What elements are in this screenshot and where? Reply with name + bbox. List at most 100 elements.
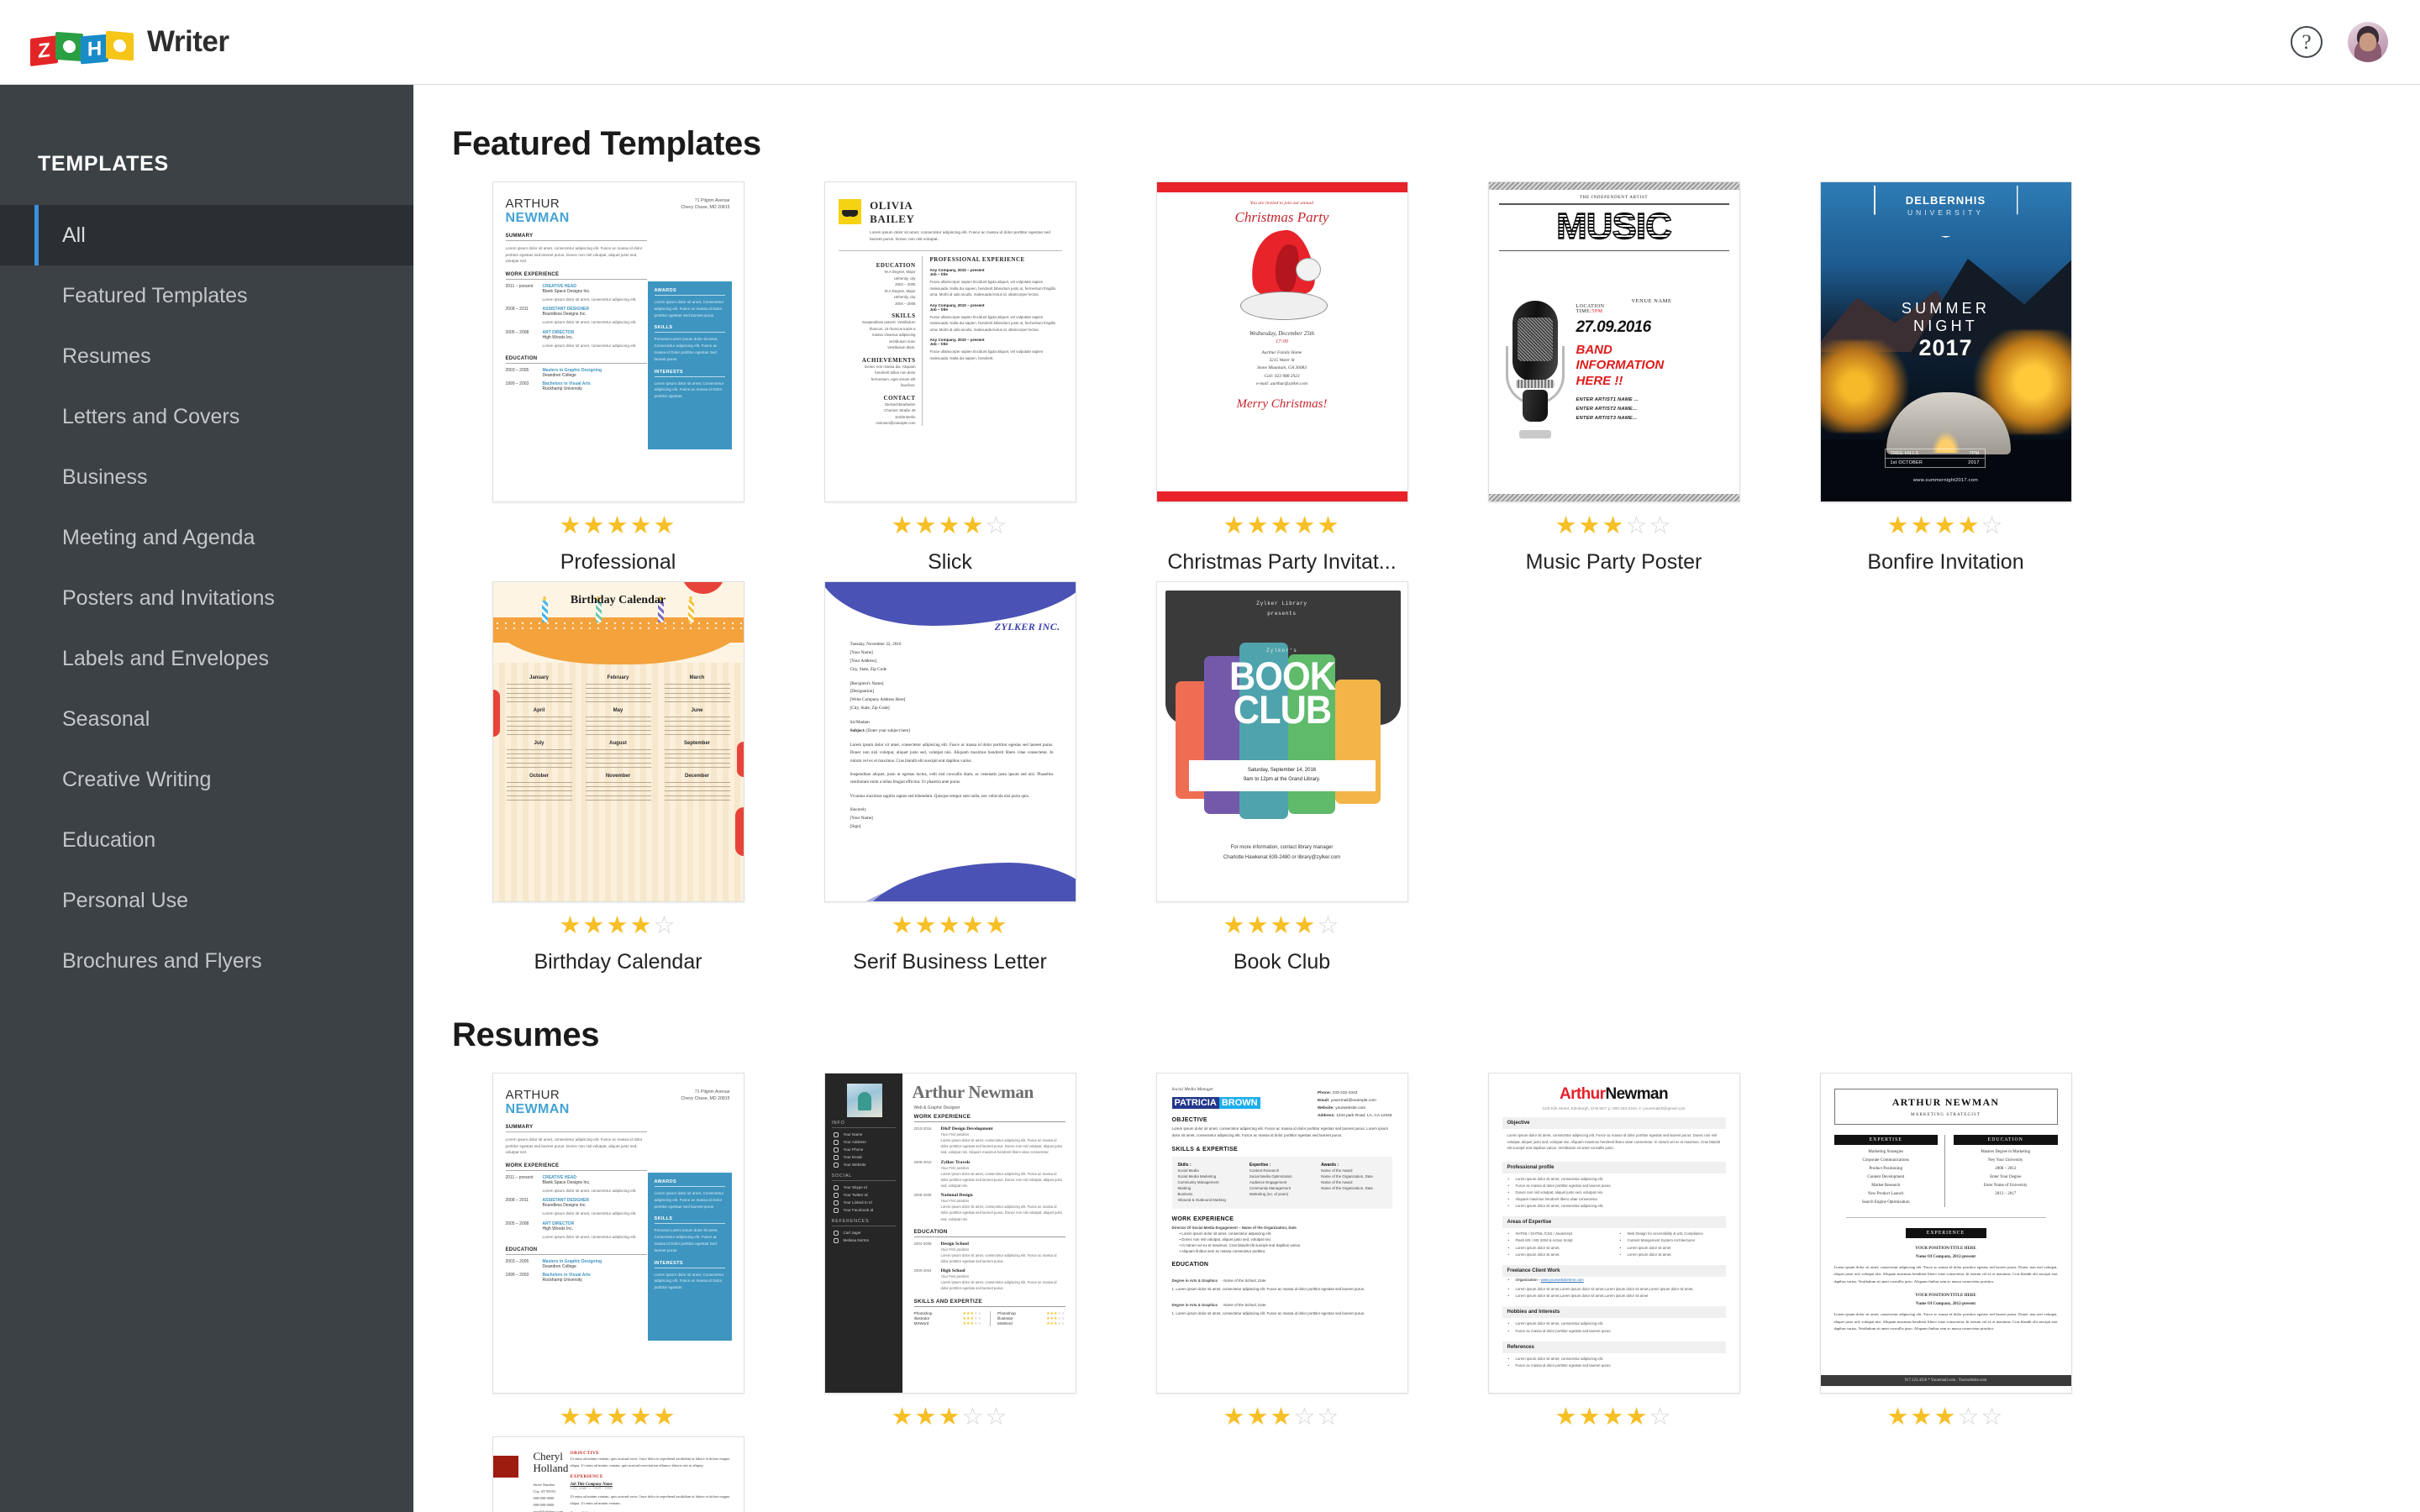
template-card[interactable]: INFO Your Name Your Address Your Phone Your … — [784, 1073, 1116, 1430]
star-icon: ★ — [1246, 1404, 1270, 1431]
sidebar-item-label: Creative Writing — [62, 767, 212, 791]
template-name: Christmas Party Invitat... — [1167, 550, 1397, 574]
sidebar-item-personal-use[interactable]: Personal Use — [0, 870, 413, 931]
sidebar-item-featured-templates[interactable]: Featured Templates — [0, 265, 413, 326]
star-icon: ★ — [582, 1404, 607, 1431]
featured-templates-grid: ARTHUR NEWMAN 71 Pilgrim Avenue Chevy Chase… — [452, 181, 2385, 981]
template-thumbnail[interactable]: ARTHUR NEWMAN 71 Pilgrim Avenue Chevy Chase… — [492, 1073, 744, 1394]
star-icon: ★ — [1910, 1404, 1934, 1431]
sidebar-item-business[interactable]: Business — [0, 447, 413, 507]
star-icon: ★ — [1602, 1404, 1626, 1431]
template-card[interactable]: OLIVIA BAILEY Lorem ipsum dolor sit amet, … — [784, 181, 1116, 575]
template-card[interactable]: Cheryl Holland Street Number City, ST 99553… — [452, 1436, 784, 1512]
sidebar-item-label: Seasonal — [62, 706, 150, 731]
star-icon: ☆ — [1317, 1404, 1341, 1431]
sidebar-item-label: All — [62, 223, 86, 247]
sidebar-item-resumes[interactable]: Resumes — [0, 326, 413, 386]
sidebar-item-seasonal[interactable]: Seasonal — [0, 689, 413, 749]
help-circle-icon[interactable]: ? — [2291, 26, 2323, 58]
star-icon: ★ — [582, 912, 607, 939]
template-name: Professional — [560, 550, 676, 574]
star-icon: ★ — [629, 1404, 654, 1431]
rating-stars: ★★★☆☆ — [1780, 1405, 2112, 1430]
template-card[interactable]: ZYLKER INC. Tuesday, November 22, 2016 [Yo… — [784, 581, 1116, 974]
template-thumbnail[interactable]: ZYLKER INC. Tuesday, November 22, 2016 [Yo… — [823, 581, 1076, 902]
template-thumbnail[interactable]: OLIVIA BAILEY Lorem ipsum dolor sit amet, … — [823, 181, 1076, 502]
rating-stars: ★★★★★ — [1116, 514, 1448, 538]
sidebar-item-creative-writing[interactable]: Creative Writing — [0, 749, 413, 810]
star-icon: ★ — [606, 512, 630, 539]
sidebar-item-brochures-and-flyers[interactable]: Brochures and Flyers — [0, 931, 413, 991]
star-icon: ★ — [1602, 512, 1626, 539]
star-icon: ★ — [914, 512, 939, 539]
star-icon: ★ — [629, 912, 654, 939]
user-avatar[interactable] — [2348, 22, 2388, 62]
sidebar-item-posters-and-invitations[interactable]: Posters and Invitations — [0, 568, 413, 628]
template-card[interactable]: THE INDEPENDENT ARTIST MUSIC VENUE NAME LOC… — [1448, 181, 1780, 575]
template-name: Serif Business Letter — [853, 950, 1047, 974]
rating-stars: ★★★★★ — [452, 1405, 784, 1430]
sidebar-item-labels-and-envelopes[interactable]: Labels and Envelopes — [0, 628, 413, 689]
santa-hat-icon — [1228, 227, 1336, 323]
star-icon: ★ — [1555, 512, 1579, 539]
sidebar-item-education[interactable]: Education — [0, 810, 413, 870]
star-icon: ★ — [891, 512, 915, 539]
section-title-resumes: Resumes — [452, 1016, 600, 1053]
main-content: Featured Templates ARTHUR NEWMAN 71 Pilgri… — [413, 85, 2420, 1512]
star-icon: ★ — [1933, 512, 1958, 539]
template-thumbnail[interactable]: Social Media Manager PATRICIA BROWN Phone: … — [1155, 1073, 1408, 1394]
template-card[interactable]: Birthday Calendar January April July October… — [452, 581, 784, 974]
template-card[interactable]: You are invited to join our annual Christ… — [1116, 181, 1448, 575]
template-thumbnail[interactable]: ARTHUR NEWMAN MARKETING STRATEGIST EXPERTI… — [1819, 1073, 2072, 1394]
rating-stars: ★★★★☆ — [1116, 914, 1448, 938]
sidebar-item-label: Posters and Invitations — [62, 585, 275, 610]
star-icon: ★ — [606, 1404, 630, 1431]
sidebar-item-all[interactable]: All — [0, 205, 413, 265]
microphone-icon — [1504, 296, 1566, 438]
template-thumbnail[interactable]: ARTHUR NEWMAN 71 Pilgrim Avenue Chevy Chase… — [492, 181, 744, 502]
star-icon: ★ — [1246, 912, 1270, 939]
sidebar-item-label: Resumes — [62, 344, 151, 368]
star-icon: ★ — [1578, 1404, 1602, 1431]
sidebar-item-list: All Featured Templates Resumes Letters and … — [0, 205, 413, 991]
star-icon: ★ — [1957, 512, 1981, 539]
star-icon: ★ — [1910, 512, 1934, 539]
template-card[interactable]: Zylker Library presents Zylker's BOOK CLUB Sa… — [1116, 581, 1448, 974]
template-thumbnail[interactable]: Cheryl Holland Street Number City, ST 99553… — [492, 1436, 744, 1512]
star-icon: ☆ — [1625, 512, 1649, 539]
star-icon: ★ — [1625, 1404, 1649, 1431]
template-card[interactable]: Social Media Manager PATRICIA BROWN Phone: … — [1116, 1073, 1448, 1430]
star-icon: ★ — [985, 912, 1009, 939]
star-icon: ★ — [938, 912, 962, 939]
rating-stars: ★★★★☆ — [1448, 1405, 1780, 1430]
template-thumbnail[interactable]: Zylker Library presents Zylker's BOOK CLUB Sa… — [1155, 581, 1408, 902]
template-card[interactable]: ArthurNewman 12/5 Kirk Street, Edinburgh,… — [1448, 1073, 1780, 1430]
template-name: Book Club — [1233, 950, 1331, 974]
star-icon: ★ — [629, 512, 654, 539]
star-icon: ★ — [606, 912, 630, 939]
template-thumbnail[interactable]: DELBERNHIS UNIVERSITY SUMMER NIGHT 2017 TREE … — [1819, 181, 2072, 502]
template-card[interactable]: ARTHUR NEWMAN MARKETING STRATEGIST EXPERTI… — [1780, 1073, 2112, 1430]
template-card[interactable]: ARTHUR NEWMAN 71 Pilgrim Avenue Chevy Chase… — [452, 181, 784, 575]
logo-block-z: Z — [30, 34, 58, 67]
template-name: Slick — [928, 550, 972, 574]
sidebar-nav: TEMPLATES All Featured Templates Resumes Le… — [0, 85, 413, 1512]
template-thumbnail[interactable]: THE INDEPENDENT ARTIST MUSIC VENUE NAME LOC… — [1487, 181, 1740, 502]
template-card[interactable]: ARTHUR NEWMAN 71 Pilgrim Avenue Chevy Chase… — [452, 1073, 784, 1430]
star-icon: ☆ — [1981, 512, 2005, 539]
sidebar-item-letters-and-covers[interactable]: Letters and Covers — [0, 386, 413, 447]
sidebar-item-meeting-and-agenda[interactable]: Meeting and Agenda — [0, 507, 413, 568]
logo-block-o2 — [106, 30, 134, 61]
star-icon: ★ — [653, 512, 677, 539]
star-icon: ★ — [559, 1404, 583, 1431]
star-icon: ★ — [1293, 512, 1318, 539]
sidebar-item-label: Personal Use — [62, 888, 189, 912]
template-thumbnail[interactable]: Birthday Calendar January April July October… — [492, 581, 744, 902]
brand-logo[interactable]: Z H Writer — [30, 23, 229, 67]
resumes-grid: ARTHUR NEWMAN 71 Pilgrim Avenue Chevy Chase… — [452, 1073, 2385, 1512]
template-thumbnail[interactable]: You are invited to join our annual Christ… — [1155, 181, 1408, 502]
template-thumbnail[interactable]: ArthurNewman 12/5 Kirk Street, Edinburgh,… — [1487, 1073, 1740, 1394]
rating-stars: ★★★☆☆ — [1448, 514, 1780, 538]
template-card[interactable]: DELBERNHIS UNIVERSITY SUMMER NIGHT 2017 TREE … — [1780, 181, 2112, 575]
template-thumbnail[interactable]: INFO Your Name Your Address Your Phone Your … — [823, 1073, 1076, 1394]
